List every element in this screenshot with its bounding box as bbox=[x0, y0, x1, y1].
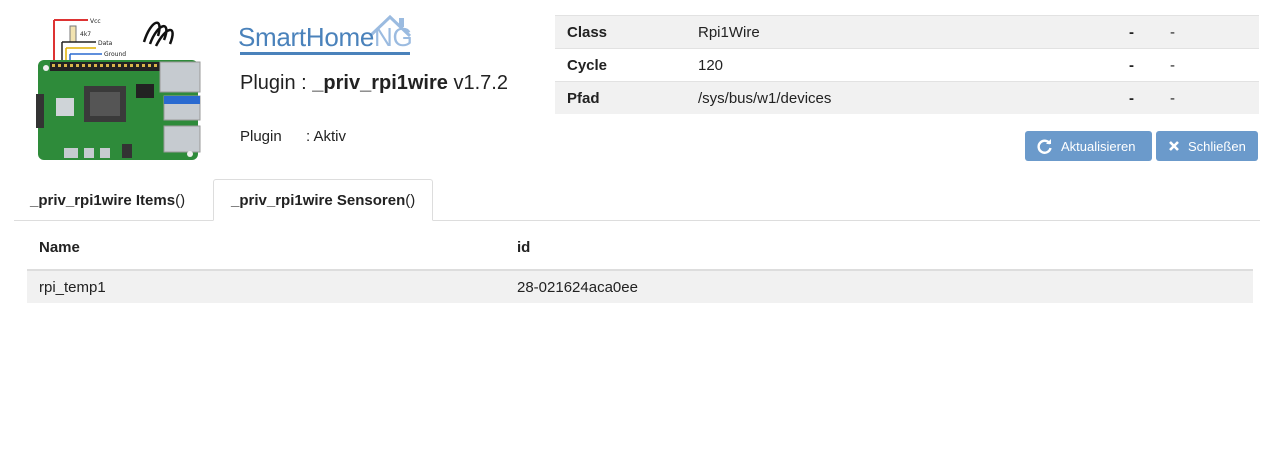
tab-sensors[interactable]: _priv_rpi1wire Sensoren () bbox=[213, 179, 434, 221]
sensor-id-cell: 28-021624aca0ee bbox=[505, 270, 1253, 303]
close-button[interactable]: Schließen bbox=[1156, 131, 1258, 161]
svg-text:Ground: Ground bbox=[104, 51, 126, 58]
svg-text:4k7: 4k7 bbox=[80, 31, 91, 38]
column-header-id[interactable]: id bbox=[505, 225, 1253, 271]
brand-name: SmartHomeNG bbox=[238, 22, 413, 52]
tab-items[interactable]: _priv_rpi1wire Items () bbox=[14, 180, 201, 220]
info-row-pfad: Pfad /sys/bus/w1/devices - - bbox=[555, 81, 1259, 114]
plugin-version: v1.7.2 bbox=[453, 72, 508, 94]
brand-underline bbox=[240, 52, 410, 55]
sensor-table: Name id rpi_temp1 28-021624aca0ee bbox=[27, 225, 1253, 303]
table-header: Name id bbox=[27, 225, 1253, 271]
close-icon bbox=[1169, 141, 1179, 151]
svg-text:Data: Data bbox=[98, 40, 113, 47]
column-header-name[interactable]: Name bbox=[27, 225, 505, 271]
status-value: : Aktiv bbox=[306, 128, 347, 145]
info-row-class: Class Rpi1Wire - - bbox=[555, 15, 1259, 49]
svg-text:Vcc: Vcc bbox=[90, 18, 101, 25]
table-row[interactable]: rpi_temp1 28-021624aca0ee bbox=[27, 270, 1253, 303]
plugin-title: Plugin : _priv_rpi1wire v1.7.2 bbox=[240, 72, 508, 94]
info-row-cycle: Cycle 120 - - bbox=[555, 48, 1259, 82]
refresh-button[interactable]: Aktualisieren bbox=[1025, 131, 1152, 161]
plugin-image: Vcc 4k7 Data Ground bbox=[36, 14, 206, 162]
brand-logo: SmartHomeNG bbox=[238, 14, 414, 58]
plugin-status: Plugin: Aktiv bbox=[240, 128, 347, 145]
sensor-name-cell: rpi_temp1 bbox=[27, 270, 505, 303]
plugin-info-table: Class Rpi1Wire - - Cycle 120 - - Pfad /s… bbox=[555, 15, 1259, 114]
plugin-name: _priv_rpi1wire bbox=[312, 72, 448, 94]
refresh-icon bbox=[1037, 139, 1052, 154]
tab-bar bbox=[14, 220, 1260, 221]
